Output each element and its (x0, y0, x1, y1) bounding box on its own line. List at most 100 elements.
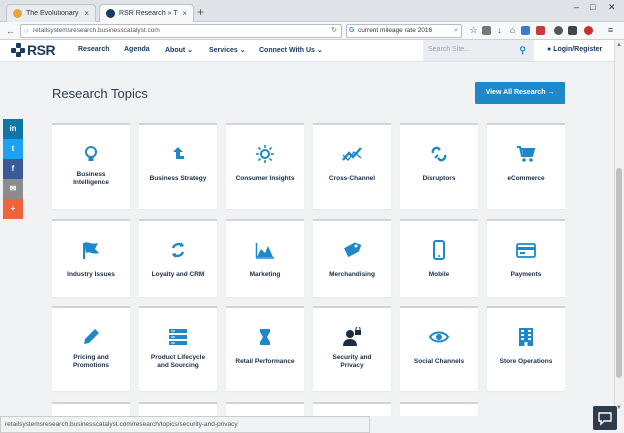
topic-card-store-operations[interactable]: Store Operations (487, 306, 565, 391)
chat-button[interactable] (593, 406, 617, 430)
browser-search-input[interactable]: G current mileage rate 2016 ⌕ (346, 24, 462, 38)
login-register-link[interactable]: ● Login/Register (547, 46, 602, 53)
topic-card-partial[interactable] (313, 402, 391, 416)
topic-card-label: Security and Privacy (332, 354, 372, 369)
extension-icon[interactable] (521, 26, 530, 35)
abp-icon[interactable] (584, 26, 593, 35)
rsr-logo[interactable]: RSR (11, 42, 56, 58)
extension-icon[interactable] (568, 26, 577, 35)
topic-card-label: eCommerce (507, 175, 545, 182)
menu-icon[interactable]: ≡ (606, 26, 615, 35)
topic-card-business-strategy[interactable]: Business Strategy (139, 123, 217, 209)
topic-card-label: Payments (510, 271, 542, 278)
topic-card-retail-performance[interactable]: Retail Performance (226, 306, 304, 391)
research-topics-page: Research Topics View All Research → Busi… (0, 62, 614, 416)
browser-tab-strip: The Evolutionary Argumen... × RSR Resear… (0, 0, 624, 22)
star-icon[interactable]: ☆ (469, 26, 478, 35)
browser-tab-1[interactable]: The Evolutionary Argumen... × (6, 4, 96, 22)
address-bar[interactable]: ○ retailsystemsresearch.businesscatalyst… (20, 24, 342, 38)
tag-icon (344, 242, 362, 258)
topic-card-label: Store Operations (499, 358, 553, 365)
topic-card-loyalty-and-crm[interactable]: Loyalty and CRM (139, 219, 217, 297)
minimize-icon[interactable]: – (574, 2, 579, 12)
topic-card-consumer-insights[interactable]: Consumer Insights (226, 123, 304, 209)
topic-card-pricing-and-promotions[interactable]: Pricing and Promotions (52, 306, 130, 391)
browser-tab-label: RSR Research » The Candid... (119, 10, 178, 17)
building-icon (519, 328, 533, 346)
tab-close-icon[interactable]: × (84, 9, 89, 18)
topic-card-ecommerce[interactable]: eCommerce (487, 123, 565, 209)
facebook-icon[interactable]: f (3, 159, 23, 179)
site-search-input[interactable]: Search Site... ⚲ (423, 40, 534, 61)
nav-about[interactable]: About ⌄ (165, 46, 193, 54)
topic-card-partial[interactable] (226, 402, 304, 416)
extension-icon[interactable] (536, 26, 545, 35)
view-all-research-button[interactable]: View All Research → (475, 82, 565, 104)
topic-card-label: Retail Performance (235, 358, 295, 365)
arrow-up-icon (173, 147, 184, 159)
topic-card-label: Social Channels (413, 358, 465, 365)
topic-card-label: Disruptors (422, 175, 456, 182)
refresh-icon (171, 242, 185, 258)
search-icon[interactable]: ⚲ (519, 45, 526, 56)
tab-favicon-icon (106, 9, 115, 18)
topic-card-label: Industry Issues (67, 271, 115, 278)
maximize-icon[interactable]: □ (590, 2, 595, 12)
topic-card-label: Product Lifecycle and Sourcing (150, 354, 206, 369)
topic-card-industry-issues[interactable]: Industry Issues (52, 219, 130, 297)
nav-research[interactable]: Research (78, 46, 110, 53)
trend-icon (342, 147, 362, 162)
topic-card-mobile[interactable]: Mobile (400, 219, 478, 297)
topic-card-label: Loyalty and CRM (151, 271, 205, 278)
emoji-icon[interactable] (554, 26, 563, 35)
status-bar: retailsystemsresearch.businesscatalyst.c… (0, 416, 370, 433)
linkedin-icon[interactable]: in (3, 119, 23, 139)
topic-card-business-intelligence[interactable]: Business Intelligence (52, 123, 130, 209)
nav-services[interactable]: Services ⌄ (209, 46, 246, 54)
site-search-placeholder: Search Site... (428, 46, 471, 53)
server-icon (169, 329, 187, 345)
logo-text: RSR (27, 42, 56, 58)
search-icon[interactable]: ⌕ (454, 25, 458, 37)
login-label: Login/Register (553, 46, 603, 53)
email-icon[interactable]: ✉ (3, 179, 23, 199)
window-close-icon[interactable]: ✕ (608, 2, 616, 13)
reader-icon[interactable] (482, 26, 491, 35)
topic-card-label: Consumer Insights (235, 175, 295, 182)
sun-icon (256, 145, 274, 163)
scroll-up-icon[interactable]: ▲ (615, 42, 623, 48)
scrollbar-thumb[interactable] (616, 168, 622, 378)
topic-card-social-channels[interactable]: Social Channels (400, 306, 478, 391)
eye-icon (429, 331, 449, 343)
topic-card-product-lifecycle-and-sourcing[interactable]: Product Lifecycle and Sourcing (139, 306, 217, 391)
topic-card-partial[interactable] (52, 402, 130, 416)
page-title: Research Topics (52, 86, 148, 101)
address-bar-url: retailsystemsresearch.businesscatalyst.c… (33, 27, 160, 34)
download-icon[interactable]: ↓ (495, 26, 504, 35)
credit-card-icon (516, 243, 536, 258)
broken-link-icon (431, 146, 447, 162)
topic-card-disruptors[interactable]: Disruptors (400, 123, 478, 209)
browser-tab-label: The Evolutionary Argumen... (26, 10, 80, 17)
back-icon[interactable]: ← (6, 25, 15, 37)
pencil-icon (84, 329, 99, 344)
twitter-icon[interactable]: t (3, 139, 23, 159)
browser-tab-2[interactable]: RSR Research » The Candid... × (99, 4, 194, 22)
new-tab-icon[interactable]: + (197, 6, 204, 18)
topic-card-payments[interactable]: Payments (487, 219, 565, 297)
google-icon: G (349, 27, 355, 34)
phone-icon (433, 240, 445, 260)
nav-agenda[interactable]: Agenda (124, 46, 150, 53)
user-lock-icon (343, 327, 361, 346)
home-icon[interactable]: ⌂ (508, 26, 517, 35)
more-share-icon[interactable]: + (3, 199, 23, 219)
topic-card-security-and-privacy[interactable]: Security and Privacy (313, 306, 391, 391)
topic-card-partial[interactable] (400, 402, 478, 416)
reload-icon[interactable]: ↻ (331, 25, 337, 37)
tab-close-icon[interactable]: × (182, 9, 187, 18)
topic-card-merchandising[interactable]: Merchandising (313, 219, 391, 297)
topic-card-marketing[interactable]: Marketing (226, 219, 304, 297)
topic-card-partial[interactable] (139, 402, 217, 416)
topic-card-cross-channel[interactable]: Cross-Channel (313, 123, 391, 209)
nav-connect-with-us[interactable]: Connect With Us ⌄ (259, 46, 323, 54)
